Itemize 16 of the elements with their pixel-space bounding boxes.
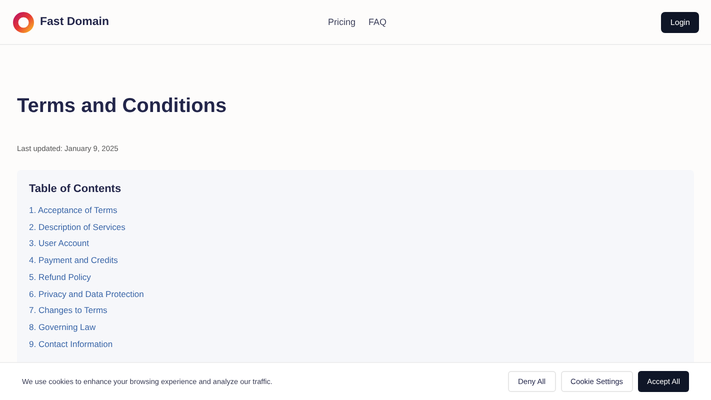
toc-link[interactable]: 5. Refund Policy (29, 268, 91, 286)
toc-link[interactable]: 9. Contact Information (29, 336, 113, 352)
toc-link[interactable]: 3. User Account (29, 235, 90, 252)
toc-link[interactable]: 7. Changes to Terms (29, 302, 108, 319)
toc-link[interactable]: 6. Privacy and Data Protection (29, 286, 144, 302)
nav-link[interactable]: Pricing (328, 17, 356, 27)
logo-icon (13, 12, 34, 32)
toc-link[interactable]: 2. Description of Services (29, 218, 126, 236)
nav-link[interactable]: FAQ (368, 17, 387, 27)
toc-link[interactable]: 8. Governing Law (29, 318, 96, 336)
login-button[interactable]: Login (661, 12, 699, 32)
brand-name[interactable]: Fast Domain (40, 16, 110, 28)
toc-link[interactable]: 4. Payment and Credits (29, 252, 118, 269)
toc-title: Table of Contents (29, 183, 122, 195)
toc-link[interactable]: 1. Acceptance of Terms (29, 202, 118, 219)
page-title: Terms and Conditions (17, 94, 228, 118)
